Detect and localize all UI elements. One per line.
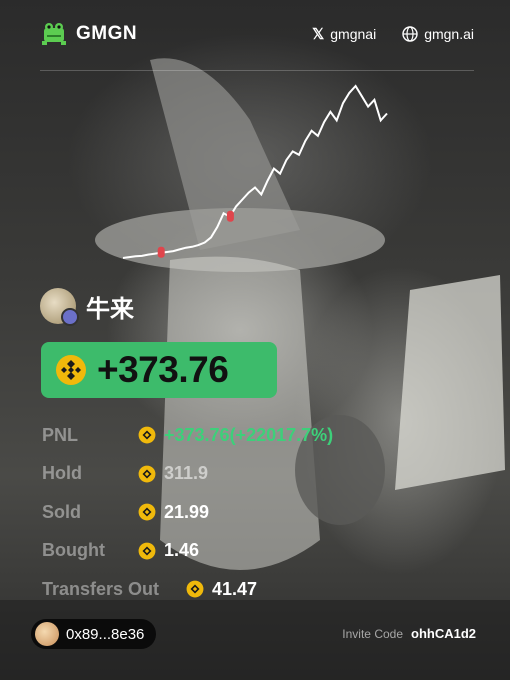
brand[interactable]: GMGN [40,22,137,46]
stat-value: 41.47 [212,578,258,599]
x-link[interactable]: 𝕏 gmgnai [312,25,376,43]
bnb-coin-icon [138,503,156,521]
bnb-coin-icon [138,465,156,483]
header-divider [40,70,474,71]
x-handle: gmgnai [330,26,377,42]
globe-icon [402,26,418,42]
stat-label: Sold [42,501,81,522]
header: GMGN 𝕏 gmgnai gmgn.ai [40,22,474,50]
stat-label: Bought [42,540,105,561]
avatar-badge-icon [61,308,79,326]
invite-label: Invite Code [342,626,403,641]
website-link[interactable]: gmgn.ai [402,26,474,42]
price-series-line [122,84,388,259]
invite-code: Invite Code ohhCA1d2 [342,626,476,641]
wallet-pill[interactable]: 0x89...8e36 [31,619,157,649]
bnb-coin-icon [186,580,204,598]
stat-label: PNL [42,424,78,445]
bnb-coin-icon [138,426,156,444]
stat-row-pnl: PNL +373.76(+22017.7%) [42,416,333,455]
stat-row-sold: Sold 21.99 [42,493,333,532]
pnl-highlight: +373.76 [41,342,277,398]
stat-value: 311.9 [164,463,209,484]
x-icon: 𝕏 [312,26,325,43]
wallet-avatar [35,622,59,646]
pnl-amount: +373.76 [97,349,229,390]
trade-marker [157,246,165,258]
social-links: 𝕏 gmgnai gmgn.ai [286,25,474,43]
stat-row-bought: Bought 1.46 [42,532,333,571]
stat-value: 1.46 [164,540,200,561]
stat-row-transfers-out: Transfers Out 41.47 [42,570,333,609]
avatar[interactable] [40,288,79,326]
website-url: gmgn.ai [424,26,474,42]
stats-list: PNL +373.76(+22017.7%) Hold 311.9 Sold 2… [42,416,333,609]
gmgn-frog-logo [42,23,66,45]
pnl-share-card: GMGN 𝕏 gmgnai gmgn.ai 牛来 +373.76 PNL +37… [0,0,510,680]
trade-marker [226,210,234,222]
username: 牛来 [86,295,134,323]
stat-value: +373.76(+22017.7%) [164,424,334,445]
brand-name: GMGN [76,23,138,44]
stat-label: Transfers Out [42,578,160,599]
stat-value: 21.99 [164,501,210,522]
user-info: 牛来 [40,288,134,326]
stat-row-hold: Hold 311.9 [42,455,333,494]
stat-label: Hold [42,463,82,484]
wallet-address: 0x89...8e36 [66,625,145,643]
invite-code-value[interactable]: ohhCA1d2 [411,626,476,641]
bnb-coin-icon [138,542,156,560]
bnb-coin-icon [56,355,86,385]
